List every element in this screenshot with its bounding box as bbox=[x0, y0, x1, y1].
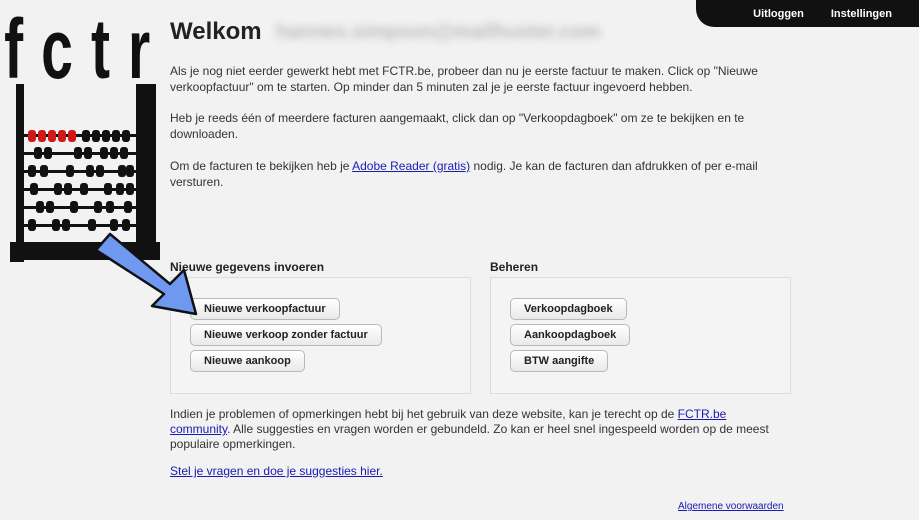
new-purchase-button[interactable]: Nieuwe aankoop bbox=[190, 350, 305, 372]
pointer-arrow-icon bbox=[94, 232, 198, 316]
manage-panel: Verkoopdagboek Aankoopdagboek BTW aangif… bbox=[490, 277, 791, 394]
vat-return-button[interactable]: BTW aangifte bbox=[510, 350, 609, 372]
new-sale-without-invoice-button[interactable]: Nieuwe verkoop zonder factuur bbox=[190, 324, 382, 346]
footer-text-after: . Alle suggesties en vragen worden er ge… bbox=[170, 422, 769, 451]
adobe-reader-link[interactable]: Adobe Reader (gratis) bbox=[352, 159, 470, 173]
manage-section-title: Beheren bbox=[490, 260, 539, 274]
logout-link[interactable]: Uitloggen bbox=[753, 8, 804, 20]
user-email-blurred: hannes.simpson@mailhuster.com bbox=[276, 21, 601, 44]
footer-text-before: Indien je problemen of opmerkingen hebt … bbox=[170, 407, 678, 421]
questions-link[interactable]: Stel je vragen en doe je suggesties hier… bbox=[170, 464, 383, 479]
sales-journal-button[interactable]: Verkoopdagboek bbox=[510, 298, 627, 320]
purchase-journal-button[interactable]: Aankoopdagboek bbox=[510, 324, 631, 346]
footer-paragraph: Indien je problemen of opmerkingen hebt … bbox=[170, 407, 790, 452]
intro-paragraph-1: Als je nog niet eerder gewerkt hebt met … bbox=[170, 64, 758, 94]
intro-text-before: Om de facturen te bekijken heb je bbox=[170, 159, 353, 173]
logo-text: fctr bbox=[4, 3, 150, 97]
abacus-left-post bbox=[16, 84, 24, 256]
terms-link[interactable]: Algemene voorwaarden bbox=[678, 501, 784, 512]
intro-paragraph-2: Heb je reeds één of meerdere facturen aa… bbox=[170, 111, 745, 141]
welcome-label: Welkom bbox=[170, 18, 262, 45]
fctr-logo: fctr bbox=[4, 3, 160, 262]
new-sales-invoice-button[interactable]: Nieuwe verkoopfactuur bbox=[190, 298, 340, 320]
settings-link[interactable]: Instellingen bbox=[831, 8, 892, 20]
page-title: Welkom hannes.simpson@mailhuster.com bbox=[170, 18, 600, 46]
intro-paragraph-3: Om de facturen te bekijken heb je Adobe … bbox=[170, 158, 785, 190]
new-data-panel: Nieuwe verkoopfactuur Nieuwe verkoop zon… bbox=[170, 277, 471, 394]
top-nav: Uitloggen Instellingen bbox=[696, 0, 919, 27]
